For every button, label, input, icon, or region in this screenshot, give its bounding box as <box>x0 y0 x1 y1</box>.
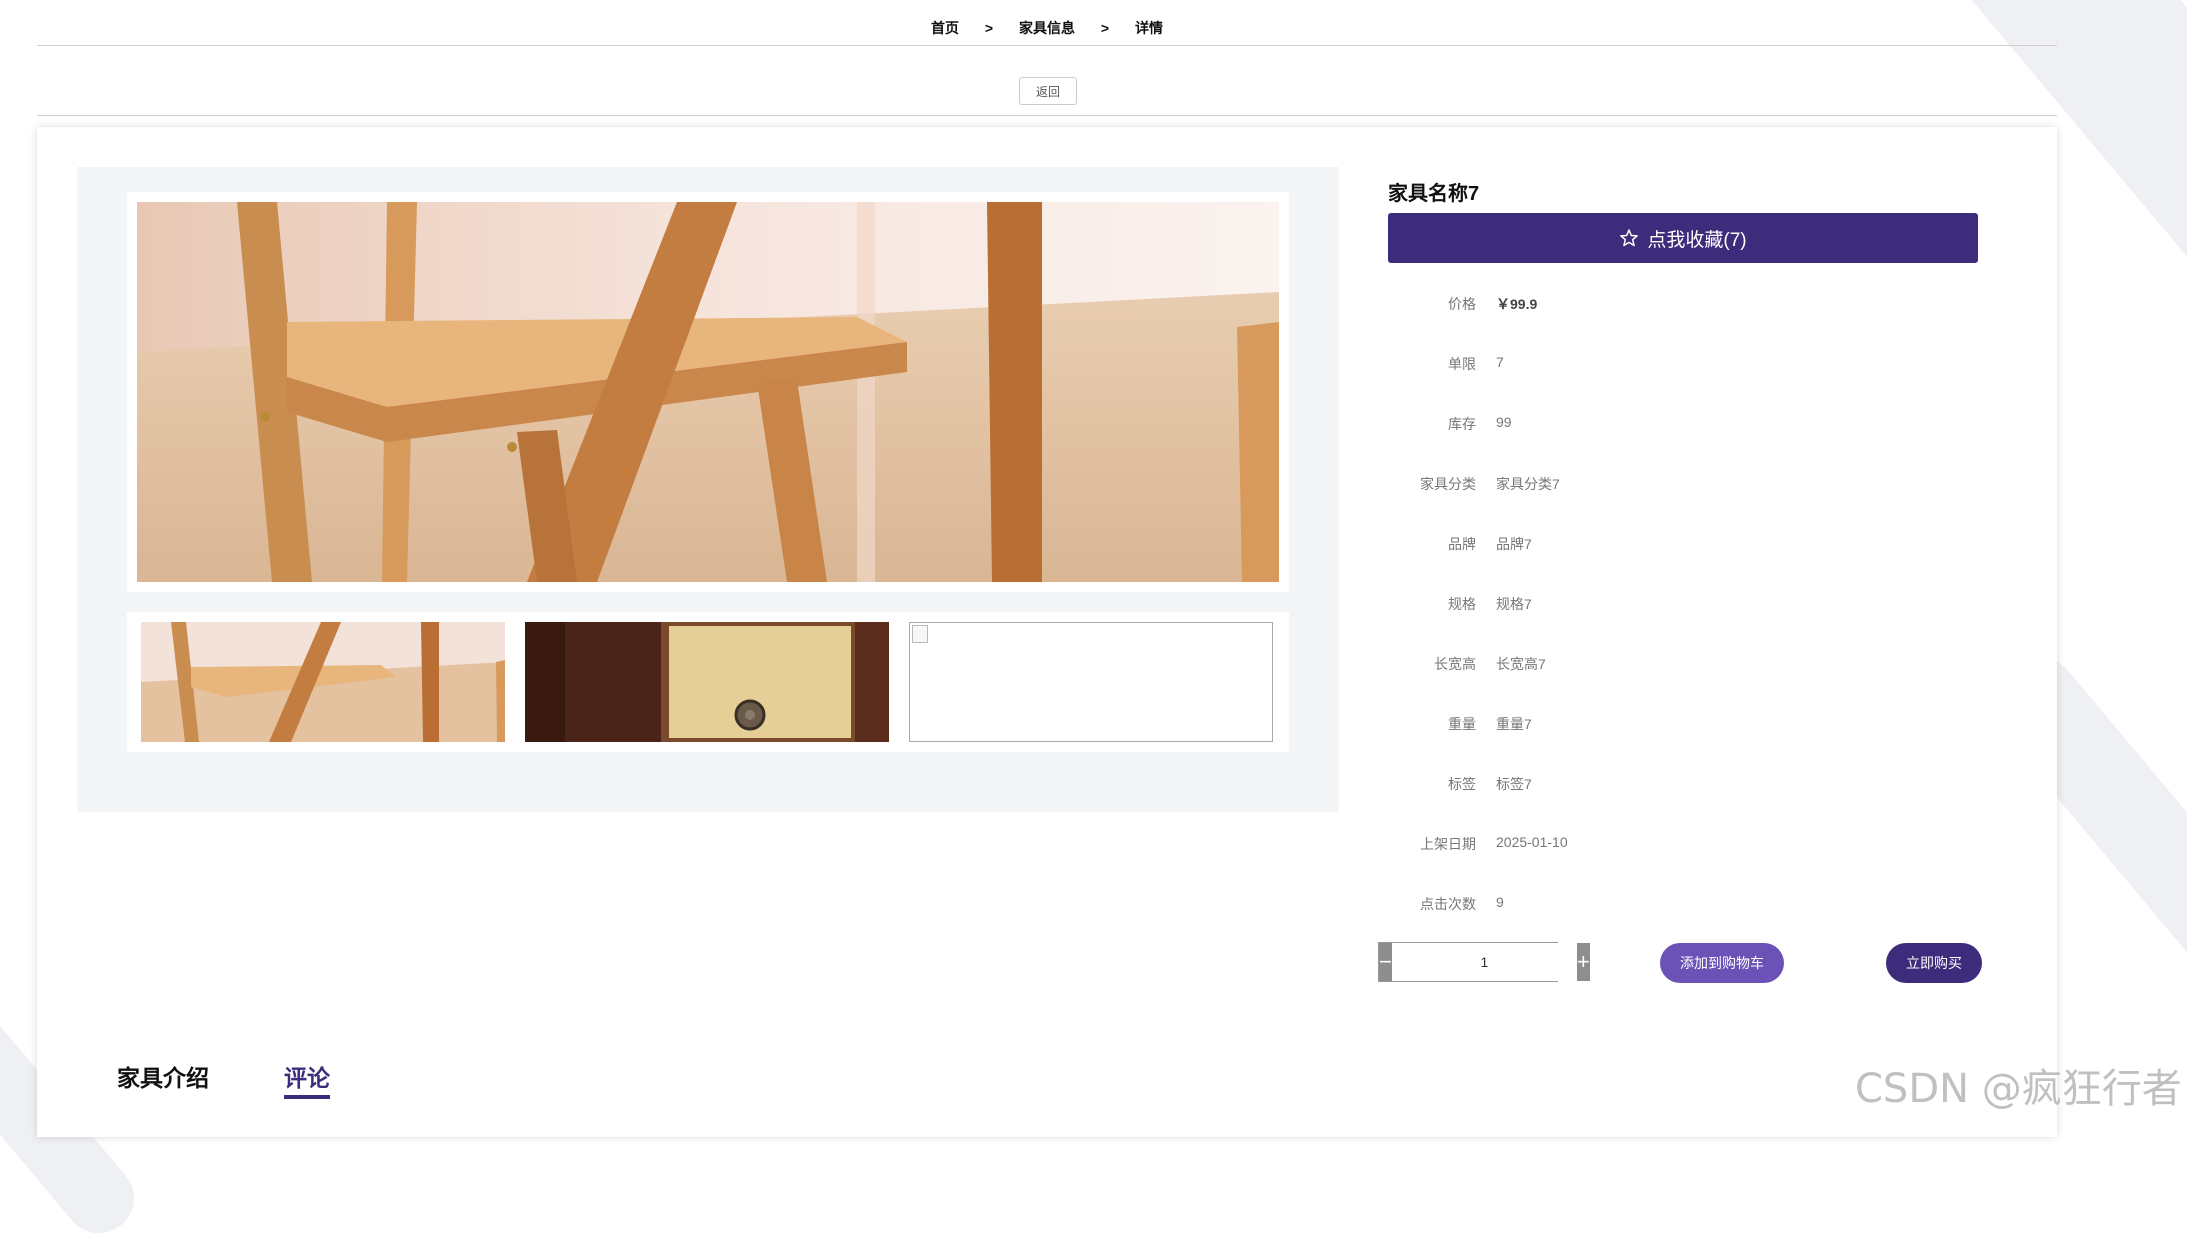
back-button[interactable]: 返回 <box>1019 77 1077 105</box>
divider <box>37 45 2057 46</box>
info-row: 上架日期 2025-01-10 <box>1346 834 1846 854</box>
info-label: 上架日期 <box>1420 836 1476 852</box>
info-label: 家具分类 <box>1420 476 1476 492</box>
info-label: 库存 <box>1448 416 1476 432</box>
star-icon <box>1620 229 1639 247</box>
product-detail-card: 家具名称7 <box>37 127 2057 1137</box>
info-label: 标签 <box>1448 776 1476 792</box>
info-row: 单限 7 <box>1346 354 1846 374</box>
favorite-button[interactable]: 点我收藏(7) <box>1388 213 1978 263</box>
info-value: ￥99.9 <box>1496 296 1538 312</box>
main-product-image <box>127 192 1289 592</box>
buy-now-button[interactable]: 立即购买 <box>1886 943 1982 983</box>
info-value: 标签7 <box>1496 776 1532 792</box>
breadcrumb-separator: > <box>1100 20 1110 36</box>
info-label: 单限 <box>1448 356 1476 372</box>
info-label: 价格 <box>1448 296 1476 312</box>
breadcrumb-separator: > <box>984 20 994 36</box>
watermark: CSDN @疯狂行者 <box>1855 1066 2182 1112</box>
info-row: 家具分类 家具分类7 <box>1346 474 1846 494</box>
thumbnail-chair[interactable] <box>141 622 505 742</box>
info-row: 价格 ￥99.9 <box>1346 294 1846 314</box>
info-row: 品牌 品牌7 <box>1346 534 1846 554</box>
info-value: 家具分类7 <box>1496 476 1560 492</box>
breadcrumb-home[interactable]: 首页 <box>931 18 959 38</box>
info-value: 长宽高7 <box>1496 656 1546 672</box>
info-row: 重量 重量7 <box>1346 714 1846 734</box>
info-value: 2025-01-10 <box>1496 834 1568 850</box>
thumbnail-broken[interactable] <box>909 622 1273 742</box>
info-row: 长宽高 长宽高7 <box>1346 654 1846 674</box>
info-label: 点击次数 <box>1420 896 1476 912</box>
product-title-visible: 家具名称7 <box>1388 183 1480 205</box>
thumbnail-strip <box>127 612 1289 752</box>
info-label: 重量 <box>1448 716 1476 732</box>
divider <box>37 115 2057 116</box>
quantity-stepper: − + <box>1378 942 1590 982</box>
info-row: 库存 99 <box>1346 414 1846 434</box>
info-value: 品牌7 <box>1496 536 1532 552</box>
broken-image-icon <box>912 625 928 643</box>
image-gallery <box>77 167 1339 812</box>
breadcrumb-current: 详情 <box>1134 20 1163 36</box>
info-label: 长宽高 <box>1434 656 1476 672</box>
thumbnail-drawer[interactable] <box>525 622 889 742</box>
info-row: 标签 标签7 <box>1346 774 1846 794</box>
tab-intro[interactable]: 家具介绍 <box>117 1059 209 1093</box>
info-row: 点击次数 9 <box>1346 894 1846 914</box>
add-to-cart-button[interactable]: 添加到购物车 <box>1660 943 1784 983</box>
tab-comments[interactable]: 评论 <box>284 1059 330 1099</box>
quantity-decrease-button[interactable]: − <box>1379 943 1392 981</box>
info-value: 规格7 <box>1496 596 1532 612</box>
breadcrumb: 首页 > 家具信息 > 详情 <box>0 18 2094 38</box>
info-label: 规格 <box>1448 596 1476 612</box>
info-value: 9 <box>1496 894 1504 910</box>
quantity-input[interactable] <box>1391 943 1577 981</box>
info-label: 品牌 <box>1448 536 1476 552</box>
info-value: 重量7 <box>1496 716 1532 732</box>
quantity-increase-button[interactable]: + <box>1576 943 1590 981</box>
info-row: 规格 规格7 <box>1346 594 1846 614</box>
breadcrumb-section[interactable]: 家具信息 <box>1019 18 1075 38</box>
info-value: 99 <box>1496 414 1512 430</box>
info-value: 7 <box>1496 354 1504 370</box>
favorite-label: 点我收藏(7) <box>1647 229 1747 251</box>
